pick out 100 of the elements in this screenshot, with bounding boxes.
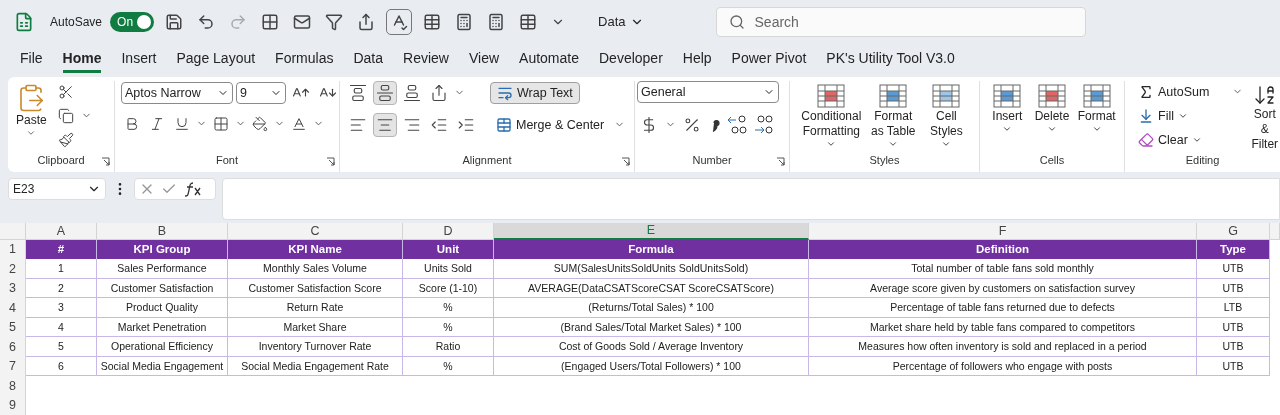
cells-button[interactable]: Format <box>1075 80 1118 136</box>
function-icon[interactable] <box>183 180 203 197</box>
increase-decimal-icon[interactable] <box>726 113 748 136</box>
cells-grid-icon <box>992 82 1023 109</box>
column-header[interactable]: C <box>228 222 403 240</box>
decrease-decimal-icon[interactable] <box>752 113 774 136</box>
header-cell: Unit <box>403 239 494 259</box>
table-cell: Sales Performance <box>97 259 228 279</box>
ribbon-tab[interactable]: Page Layout <box>176 45 256 73</box>
autosave-toggle[interactable]: On <box>110 11 155 32</box>
dialog-launcher-icon[interactable] <box>101 156 110 166</box>
name-box[interactable]: E23 <box>8 177 106 200</box>
header-cell: KPI Name <box>228 239 403 259</box>
cells-grid-icon <box>1037 82 1067 109</box>
table-cell: UTB <box>1197 259 1270 279</box>
merge-icon <box>496 116 512 133</box>
number-format-dropdown[interactable]: General <box>637 80 779 103</box>
ribbon-tab[interactable]: File <box>20 45 43 73</box>
cells-grid-icon <box>1081 82 1112 109</box>
spelling-icon[interactable] <box>386 8 413 35</box>
styles-button[interactable]: Format as Table <box>866 80 920 151</box>
merge-center-button[interactable]: Merge & Center <box>489 113 612 136</box>
style-grid-icon <box>816 82 847 109</box>
file-name-dropdown[interactable]: Data <box>592 13 650 31</box>
ribbon-tab[interactable]: Data <box>353 45 384 73</box>
table-cell: % <box>403 317 494 337</box>
row-header[interactable]: 1 <box>0 239 26 259</box>
style-grid-icon <box>931 82 962 109</box>
sort-filter-button[interactable]: Sort & Filter <box>1249 80 1280 154</box>
group-label: Cells <box>1039 153 1065 166</box>
ribbon-tab[interactable]: Automate <box>519 45 579 73</box>
search-placeholder: Search <box>754 13 799 30</box>
ribbon-tab[interactable]: Developer <box>599 45 663 73</box>
eraser-icon <box>1138 131 1154 148</box>
arrow-down-icon <box>1138 107 1154 124</box>
table-cell: Average score given by customers on satisfaction survey <box>809 278 1197 298</box>
table-cell: UTB <box>1197 337 1270 357</box>
column-header[interactable]: F <box>809 222 1197 240</box>
column-header[interactable]: G <box>1197 222 1270 240</box>
ribbon-tab[interactable]: View <box>468 45 500 73</box>
table-cell: Cost of Goods Sold / Average Inventory <box>494 337 809 357</box>
clear-button[interactable]: Clear <box>1131 128 1244 151</box>
row-header[interactable]: 5 <box>0 317 26 337</box>
ribbon-tab[interactable]: Review <box>403 45 449 73</box>
ribbon-tab[interactable]: PK's Utility Tool V3.0 <box>826 45 955 73</box>
styles-button[interactable]: Cell Styles <box>919 80 973 151</box>
row-header[interactable]: 4 <box>0 298 26 318</box>
table-cell: Score (1-10) <box>403 278 494 298</box>
sigma-icon <box>1138 83 1154 100</box>
group-label: Number <box>692 153 732 166</box>
cells-button[interactable]: Delete <box>1030 80 1074 136</box>
row-header[interactable]: 8 <box>0 376 26 396</box>
table-cell: (Returns/Total Sales) * 100 <box>494 298 809 318</box>
styles-button[interactable]: Conditional Formatting <box>796 80 867 151</box>
row-header[interactable]: 9 <box>0 395 26 415</box>
ribbon-tab[interactable]: Help <box>682 45 712 73</box>
fill-button[interactable]: Fill <box>1131 104 1244 127</box>
ribbon-tab[interactable]: Power Pivot <box>731 45 807 73</box>
table-cell: Market Share <box>228 317 403 337</box>
group-label: Font <box>216 153 238 166</box>
autosave-label: AutoSave <box>50 14 103 29</box>
column-header[interactable]: D <box>403 222 494 240</box>
group-label: Alignment <box>462 153 512 166</box>
autosum-button[interactable]: AutoSum <box>1131 80 1217 103</box>
column-header[interactable]: B <box>97 222 228 240</box>
dialog-launcher-icon[interactable] <box>776 156 785 166</box>
table-cell: UTB <box>1197 278 1270 298</box>
table-cell: Customer Satisfaction Score <box>228 278 403 298</box>
table-cell: Market share held by table fans compared to competitors <box>809 317 1197 337</box>
table-cell: Return Rate <box>228 298 403 318</box>
column-header[interactable]: A <box>26 222 97 240</box>
middle-align-icon[interactable] <box>373 80 397 105</box>
table-cell: (Brand Sales/Total Market Sales) * 100 <box>494 317 809 337</box>
ribbon-tab[interactable]: Insert <box>121 45 157 73</box>
align-center-icon[interactable] <box>373 112 397 137</box>
table-cell: % <box>403 298 494 318</box>
table-cell: Percentage of table fans returned due to defects <box>809 298 1197 318</box>
header-cell: # <box>26 239 97 259</box>
ribbon-tab[interactable]: Home <box>62 45 102 73</box>
table-cell: UTB <box>1197 317 1270 337</box>
row-header[interactable]: 2 <box>0 259 26 279</box>
table-cell: 2 <box>26 278 97 298</box>
table-cell: % <box>403 356 494 376</box>
table-cell: Units Sold <box>403 259 494 279</box>
font-size-dropdown[interactable]: 9 <box>236 81 286 104</box>
column-header[interactable]: E <box>494 222 809 240</box>
table-cell: Ratio <box>403 337 494 357</box>
search-field[interactable]: Search <box>715 6 1086 37</box>
paste-button[interactable]: Paste <box>14 80 49 140</box>
dialog-launcher-icon[interactable] <box>621 156 630 166</box>
cells-button[interactable]: Insert <box>986 80 1029 136</box>
font-name-dropdown[interactable]: Aptos Narrow <box>121 81 233 104</box>
row-header[interactable]: 7 <box>0 356 26 376</box>
row-header[interactable]: 6 <box>0 337 26 357</box>
row-header[interactable]: 3 <box>0 278 26 298</box>
wrap-text-button[interactable]: Wrap Text <box>490 81 580 104</box>
ribbon-tab[interactable]: Formulas <box>275 45 334 73</box>
dialog-launcher-icon[interactable] <box>326 156 335 166</box>
header-cell: Formula <box>494 239 809 259</box>
formula-input[interactable] <box>222 177 1280 220</box>
